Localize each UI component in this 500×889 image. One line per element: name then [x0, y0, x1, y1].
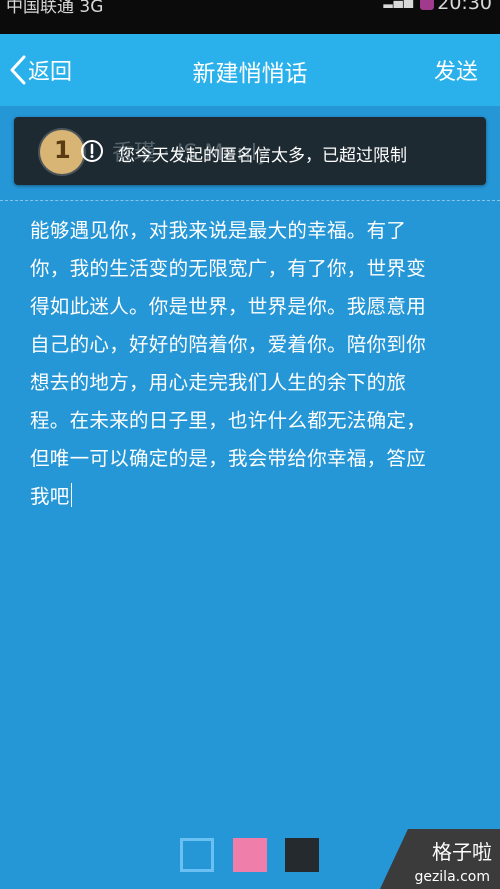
message-line: 得如此迷人。你是世界，世界是你。我愿意用 [30, 295, 427, 318]
limit-toast: 香瑾 · IS Manly 1 您今天发起的匿名信太多，已超过限制 [14, 117, 486, 185]
message-line: 自己的心，好好的陪着你，爱着你。陪你到你 [30, 333, 427, 356]
divider [0, 200, 500, 202]
clock: 20:30 [437, 0, 492, 14]
message-last-line: 我吧 [30, 478, 490, 516]
message-line: 想去的地方，用心走完我们人生的余下的旅 [30, 371, 407, 394]
text-cursor [70, 483, 72, 507]
page-title: 新建悄悄话 [192, 61, 308, 87]
signal-icon: ▂▄▆ [383, 0, 414, 8]
title-bar: 返回 新建悄悄话 发送 [0, 34, 500, 106]
message-line: 你，我的生活变的无限宽广，有了你，世界变 [30, 257, 427, 280]
message-input[interactable]: 能够遇见你，对我来说是最大的幸福。有了 你，我的生活变的无限宽广，有了你，世界变… [30, 212, 490, 516]
send-button[interactable]: 发送 [434, 54, 478, 86]
color-swatch-blue[interactable] [180, 838, 214, 872]
color-swatch-pink[interactable] [233, 838, 267, 872]
notification-app-icon [420, 0, 434, 10]
carrier-label: 中国联通 3G [6, 0, 104, 17]
message-line: 程。在未来的日子里，也许什么都无法确定， [30, 409, 427, 432]
status-bar: 中国联通 3G ▂▄▆ 20:30 [0, 0, 500, 34]
watermark-domain: gezila.com [414, 869, 490, 885]
message-line: 能够遇见你，对我来说是最大的幸福。有了 [30, 219, 407, 242]
avatar: 1 [40, 130, 84, 174]
message-line: 我吧 [30, 485, 70, 508]
exclamation-circle-icon [80, 139, 104, 167]
color-swatch-dark[interactable] [285, 838, 319, 872]
toast-message: 您今天发起的匿名信太多，已超过限制 [118, 146, 407, 166]
message-line: 但唯一可以确定的是，我会带给你幸福，答应 [30, 447, 427, 470]
watermark-title: 格子啦 [432, 840, 492, 864]
watermark: 格子啦 gezila.com [350, 819, 500, 889]
avatar-glyph: 1 [54, 136, 71, 164]
